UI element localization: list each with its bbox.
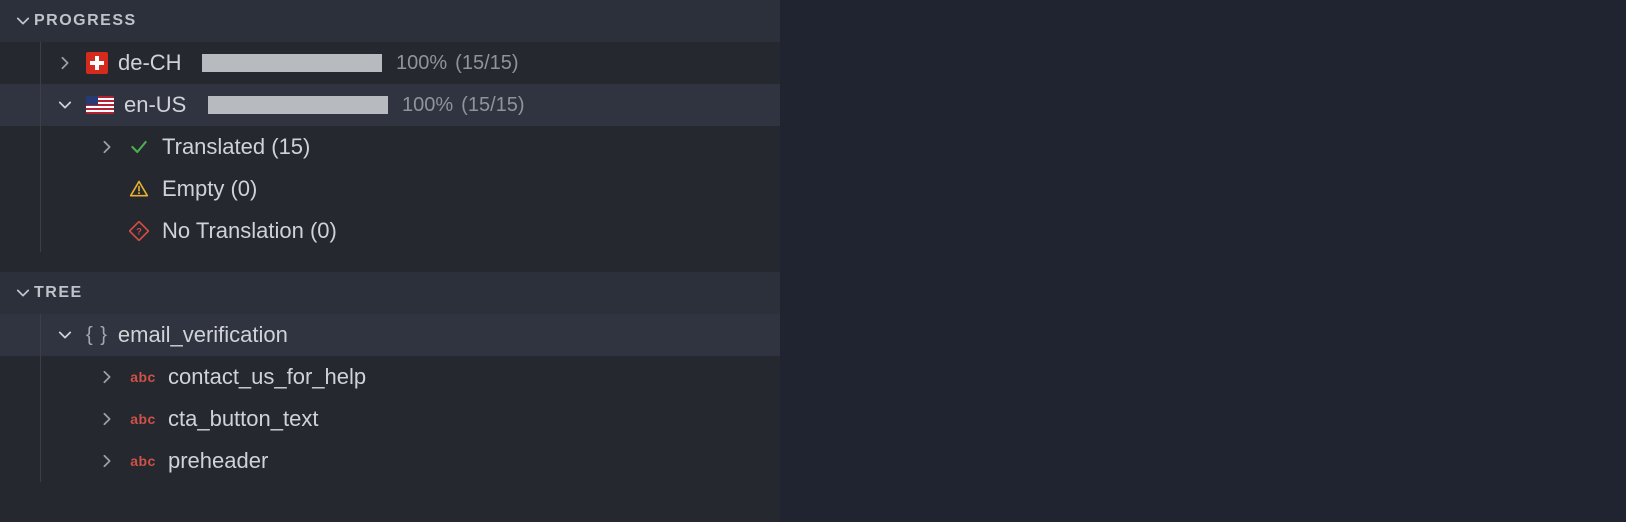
- chevron-down-icon: [54, 328, 76, 342]
- editor-area: [780, 0, 1626, 522]
- status-label: Translated (15): [162, 134, 310, 160]
- chevron-down-icon: [54, 98, 76, 112]
- tree-node-key: email_verification: [118, 322, 288, 348]
- chevron-down-icon: [12, 14, 34, 28]
- locale-code: de-CH: [118, 50, 188, 76]
- status-row-no-translation[interactable]: ? No Translation (0): [0, 210, 780, 252]
- progress-ratio: (15/15): [461, 94, 524, 117]
- svg-text:?: ?: [136, 226, 142, 236]
- section-header-tree[interactable]: TREE: [0, 272, 780, 314]
- flag-us-icon: [86, 96, 114, 114]
- section-title: TREE: [34, 284, 83, 302]
- status-label: Empty (0): [162, 176, 257, 202]
- chevron-down-icon: [12, 286, 34, 300]
- chevron-right-icon: [96, 140, 118, 154]
- section-title: PROGRESS: [34, 12, 137, 30]
- sidebar: PROGRESS de-CH 100% (15/15) en-US 100% (…: [0, 0, 780, 522]
- locale-row-de-ch[interactable]: de-CH 100% (15/15): [0, 42, 780, 84]
- chevron-right-icon: [54, 56, 76, 70]
- progress-ratio: (15/15): [455, 52, 518, 75]
- object-icon: { }: [86, 324, 108, 347]
- locale-row-en-us[interactable]: en-US 100% (15/15): [0, 84, 780, 126]
- tree-node[interactable]: abc contact_us_for_help: [0, 356, 780, 398]
- tree-node-key: cta_button_text: [168, 406, 318, 432]
- tree-node-key: preheader: [168, 448, 268, 474]
- check-icon: [128, 136, 150, 158]
- flag-ch-icon: [86, 52, 108, 74]
- warning-icon: [128, 178, 150, 200]
- chevron-right-icon: [96, 454, 118, 468]
- progress-bar: [208, 96, 388, 114]
- no-translation-icon: ?: [128, 220, 150, 242]
- chevron-right-icon: [96, 412, 118, 426]
- locale-code: en-US: [124, 92, 194, 118]
- progress-percent: 100%: [396, 52, 447, 75]
- chevron-right-icon: [96, 370, 118, 384]
- status-label: No Translation (0): [162, 218, 337, 244]
- section-header-progress[interactable]: PROGRESS: [0, 0, 780, 42]
- progress-bar: [202, 54, 382, 72]
- tree-node[interactable]: abc cta_button_text: [0, 398, 780, 440]
- status-row-empty[interactable]: Empty (0): [0, 168, 780, 210]
- tree-node[interactable]: abc preheader: [0, 440, 780, 482]
- status-row-translated[interactable]: Translated (15): [0, 126, 780, 168]
- tree-node-root[interactable]: { } email_verification: [0, 314, 780, 356]
- string-type-icon: abc: [128, 411, 158, 427]
- string-type-icon: abc: [128, 453, 158, 469]
- tree-node-key: contact_us_for_help: [168, 364, 366, 390]
- string-type-icon: abc: [128, 369, 158, 385]
- progress-percent: 100%: [402, 94, 453, 117]
